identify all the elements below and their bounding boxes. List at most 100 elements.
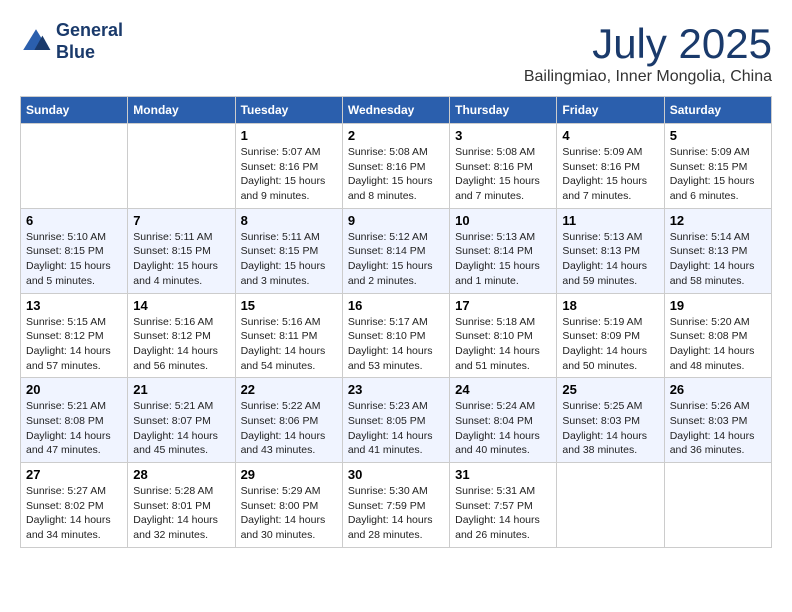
cell-text: Sunrise: 5:16 AM Sunset: 8:12 PM Dayligh… [133, 315, 229, 374]
day-number: 1 [241, 128, 337, 143]
cell-text: Sunrise: 5:11 AM Sunset: 8:15 PM Dayligh… [133, 230, 229, 289]
calendar-cell [664, 463, 771, 548]
day-number: 20 [26, 382, 122, 397]
logo: General Blue [20, 20, 123, 63]
calendar-cell: 17 Sunrise: 5:18 AM Sunset: 8:10 PM Dayli… [450, 293, 557, 378]
cell-text: Sunrise: 5:29 AM Sunset: 8:00 PM Dayligh… [241, 484, 337, 543]
day-number: 17 [455, 298, 551, 313]
calendar-cell: 19 Sunrise: 5:20 AM Sunset: 8:08 PM Dayli… [664, 293, 771, 378]
day-number: 5 [670, 128, 766, 143]
calendar-cell: 28Sunrise: 5:28 AM Sunset: 8:01 PM Dayli… [128, 463, 235, 548]
day-number: 8 [241, 213, 337, 228]
calendar-cell: 31 Sunrise: 5:31 AM Sunset: 7:57 PM Dayli… [450, 463, 557, 548]
calendar-cell: 1 Sunrise: 5:07 AM Sunset: 8:16 PM Daylig… [235, 124, 342, 209]
cell-text: Sunrise: 5:07 AM Sunset: 8:16 PM Dayligh… [241, 145, 337, 204]
weekday-tuesday: Tuesday [235, 97, 342, 124]
day-number: 10 [455, 213, 551, 228]
calendar-cell: 26 Sunrise: 5:26 AM Sunset: 8:03 PM Dayli… [664, 378, 771, 463]
cell-text: Sunrise: 5:08 AM Sunset: 8:16 PM Dayligh… [455, 145, 551, 204]
page-header: General Blue July 2025 Bailingmiao, Inne… [20, 20, 772, 86]
cell-text: Sunrise: 5:13 AM Sunset: 8:13 PM Dayligh… [562, 230, 658, 289]
logo-text: General Blue [56, 20, 123, 63]
calendar-cell: 13Sunrise: 5:15 AM Sunset: 8:12 PM Dayli… [21, 293, 128, 378]
weekday-thursday: Thursday [450, 97, 557, 124]
day-number: 15 [241, 298, 337, 313]
day-number: 23 [348, 382, 444, 397]
calendar-cell [557, 463, 664, 548]
week-row-3: 13Sunrise: 5:15 AM Sunset: 8:12 PM Dayli… [21, 293, 772, 378]
calendar-cell: 4Sunrise: 5:09 AM Sunset: 8:16 PM Daylig… [557, 124, 664, 209]
day-number: 19 [670, 298, 766, 313]
day-number: 13 [26, 298, 122, 313]
weekday-header-row: SundayMondayTuesdayWednesdayThursdayFrid… [21, 97, 772, 124]
cell-text: Sunrise: 5:20 AM Sunset: 8:08 PM Dayligh… [670, 315, 766, 374]
day-number: 27 [26, 467, 122, 482]
cell-text: Sunrise: 5:18 AM Sunset: 8:10 PM Dayligh… [455, 315, 551, 374]
calendar-cell: 8 Sunrise: 5:11 AM Sunset: 8:15 PM Daylig… [235, 208, 342, 293]
weekday-saturday: Saturday [664, 97, 771, 124]
cell-text: Sunrise: 5:19 AM Sunset: 8:09 PM Dayligh… [562, 315, 658, 374]
calendar-cell: 20 Sunrise: 5:21 AM Sunset: 8:08 PM Dayli… [21, 378, 128, 463]
day-number: 31 [455, 467, 551, 482]
calendar-cell: 29 Sunrise: 5:29 AM Sunset: 8:00 PM Dayli… [235, 463, 342, 548]
day-number: 30 [348, 467, 444, 482]
weekday-wednesday: Wednesday [342, 97, 449, 124]
cell-text: Sunrise: 5:09 AM Sunset: 8:16 PM Dayligh… [562, 145, 658, 204]
cell-text: Sunrise: 5:16 AM Sunset: 8:11 PM Dayligh… [241, 315, 337, 374]
calendar-cell: 9Sunrise: 5:12 AM Sunset: 8:14 PM Daylig… [342, 208, 449, 293]
calendar-cell: 24Sunrise: 5:24 AM Sunset: 8:04 PM Dayli… [450, 378, 557, 463]
calendar-cell: 23 Sunrise: 5:23 AM Sunset: 8:05 PM Dayli… [342, 378, 449, 463]
title-block: July 2025 Bailingmiao, Inner Mongolia, C… [524, 20, 772, 86]
cell-text: Sunrise: 5:17 AM Sunset: 8:10 PM Dayligh… [348, 315, 444, 374]
calendar-cell: 3 Sunrise: 5:08 AM Sunset: 8:16 PM Daylig… [450, 124, 557, 209]
day-number: 29 [241, 467, 337, 482]
cell-text: Sunrise: 5:14 AM Sunset: 8:13 PM Dayligh… [670, 230, 766, 289]
calendar-cell: 7 Sunrise: 5:11 AM Sunset: 8:15 PM Daylig… [128, 208, 235, 293]
weekday-sunday: Sunday [21, 97, 128, 124]
week-row-1: 1 Sunrise: 5:07 AM Sunset: 8:16 PM Daylig… [21, 124, 772, 209]
day-number: 26 [670, 382, 766, 397]
location-title: Bailingmiao, Inner Mongolia, China [524, 68, 772, 86]
calendar-cell [21, 124, 128, 209]
cell-text: Sunrise: 5:10 AM Sunset: 8:15 PM Dayligh… [26, 230, 122, 289]
calendar-cell: 2 Sunrise: 5:08 AM Sunset: 8:16 PM Daylig… [342, 124, 449, 209]
day-number: 16 [348, 298, 444, 313]
calendar-table: SundayMondayTuesdayWednesdayThursdayFrid… [20, 96, 772, 548]
month-title: July 2025 [524, 20, 772, 68]
day-number: 3 [455, 128, 551, 143]
week-row-4: 20 Sunrise: 5:21 AM Sunset: 8:08 PM Dayli… [21, 378, 772, 463]
calendar-cell: 10 Sunrise: 5:13 AM Sunset: 8:14 PM Dayli… [450, 208, 557, 293]
cell-text: Sunrise: 5:21 AM Sunset: 8:07 PM Dayligh… [133, 399, 229, 458]
cell-text: Sunrise: 5:27 AM Sunset: 8:02 PM Dayligh… [26, 484, 122, 543]
week-row-5: 27 Sunrise: 5:27 AM Sunset: 8:02 PM Dayli… [21, 463, 772, 548]
cell-text: Sunrise: 5:30 AM Sunset: 7:59 PM Dayligh… [348, 484, 444, 543]
cell-text: Sunrise: 5:28 AM Sunset: 8:01 PM Dayligh… [133, 484, 229, 543]
calendar-cell: 12 Sunrise: 5:14 AM Sunset: 8:13 PM Dayli… [664, 208, 771, 293]
day-number: 6 [26, 213, 122, 228]
day-number: 2 [348, 128, 444, 143]
calendar-cell: 30 Sunrise: 5:30 AM Sunset: 7:59 PM Dayli… [342, 463, 449, 548]
cell-text: Sunrise: 5:11 AM Sunset: 8:15 PM Dayligh… [241, 230, 337, 289]
calendar-cell: 16 Sunrise: 5:17 AM Sunset: 8:10 PM Dayli… [342, 293, 449, 378]
calendar-cell [128, 124, 235, 209]
day-number: 7 [133, 213, 229, 228]
calendar-cell: 21 Sunrise: 5:21 AM Sunset: 8:07 PM Dayli… [128, 378, 235, 463]
cell-text: Sunrise: 5:13 AM Sunset: 8:14 PM Dayligh… [455, 230, 551, 289]
calendar-body: 1 Sunrise: 5:07 AM Sunset: 8:16 PM Daylig… [21, 124, 772, 548]
cell-text: Sunrise: 5:21 AM Sunset: 8:08 PM Dayligh… [26, 399, 122, 458]
day-number: 12 [670, 213, 766, 228]
weekday-friday: Friday [557, 97, 664, 124]
week-row-2: 6 Sunrise: 5:10 AM Sunset: 8:15 PM Daylig… [21, 208, 772, 293]
day-number: 21 [133, 382, 229, 397]
calendar-cell: 15 Sunrise: 5:16 AM Sunset: 8:11 PM Dayli… [235, 293, 342, 378]
day-number: 22 [241, 382, 337, 397]
calendar-cell: 6 Sunrise: 5:10 AM Sunset: 8:15 PM Daylig… [21, 208, 128, 293]
cell-text: Sunrise: 5:23 AM Sunset: 8:05 PM Dayligh… [348, 399, 444, 458]
cell-text: Sunrise: 5:08 AM Sunset: 8:16 PM Dayligh… [348, 145, 444, 204]
logo-icon [20, 26, 52, 58]
cell-text: Sunrise: 5:31 AM Sunset: 7:57 PM Dayligh… [455, 484, 551, 543]
day-number: 9 [348, 213, 444, 228]
calendar-cell: 5Sunrise: 5:09 AM Sunset: 8:15 PM Daylig… [664, 124, 771, 209]
cell-text: Sunrise: 5:26 AM Sunset: 8:03 PM Dayligh… [670, 399, 766, 458]
day-number: 18 [562, 298, 658, 313]
